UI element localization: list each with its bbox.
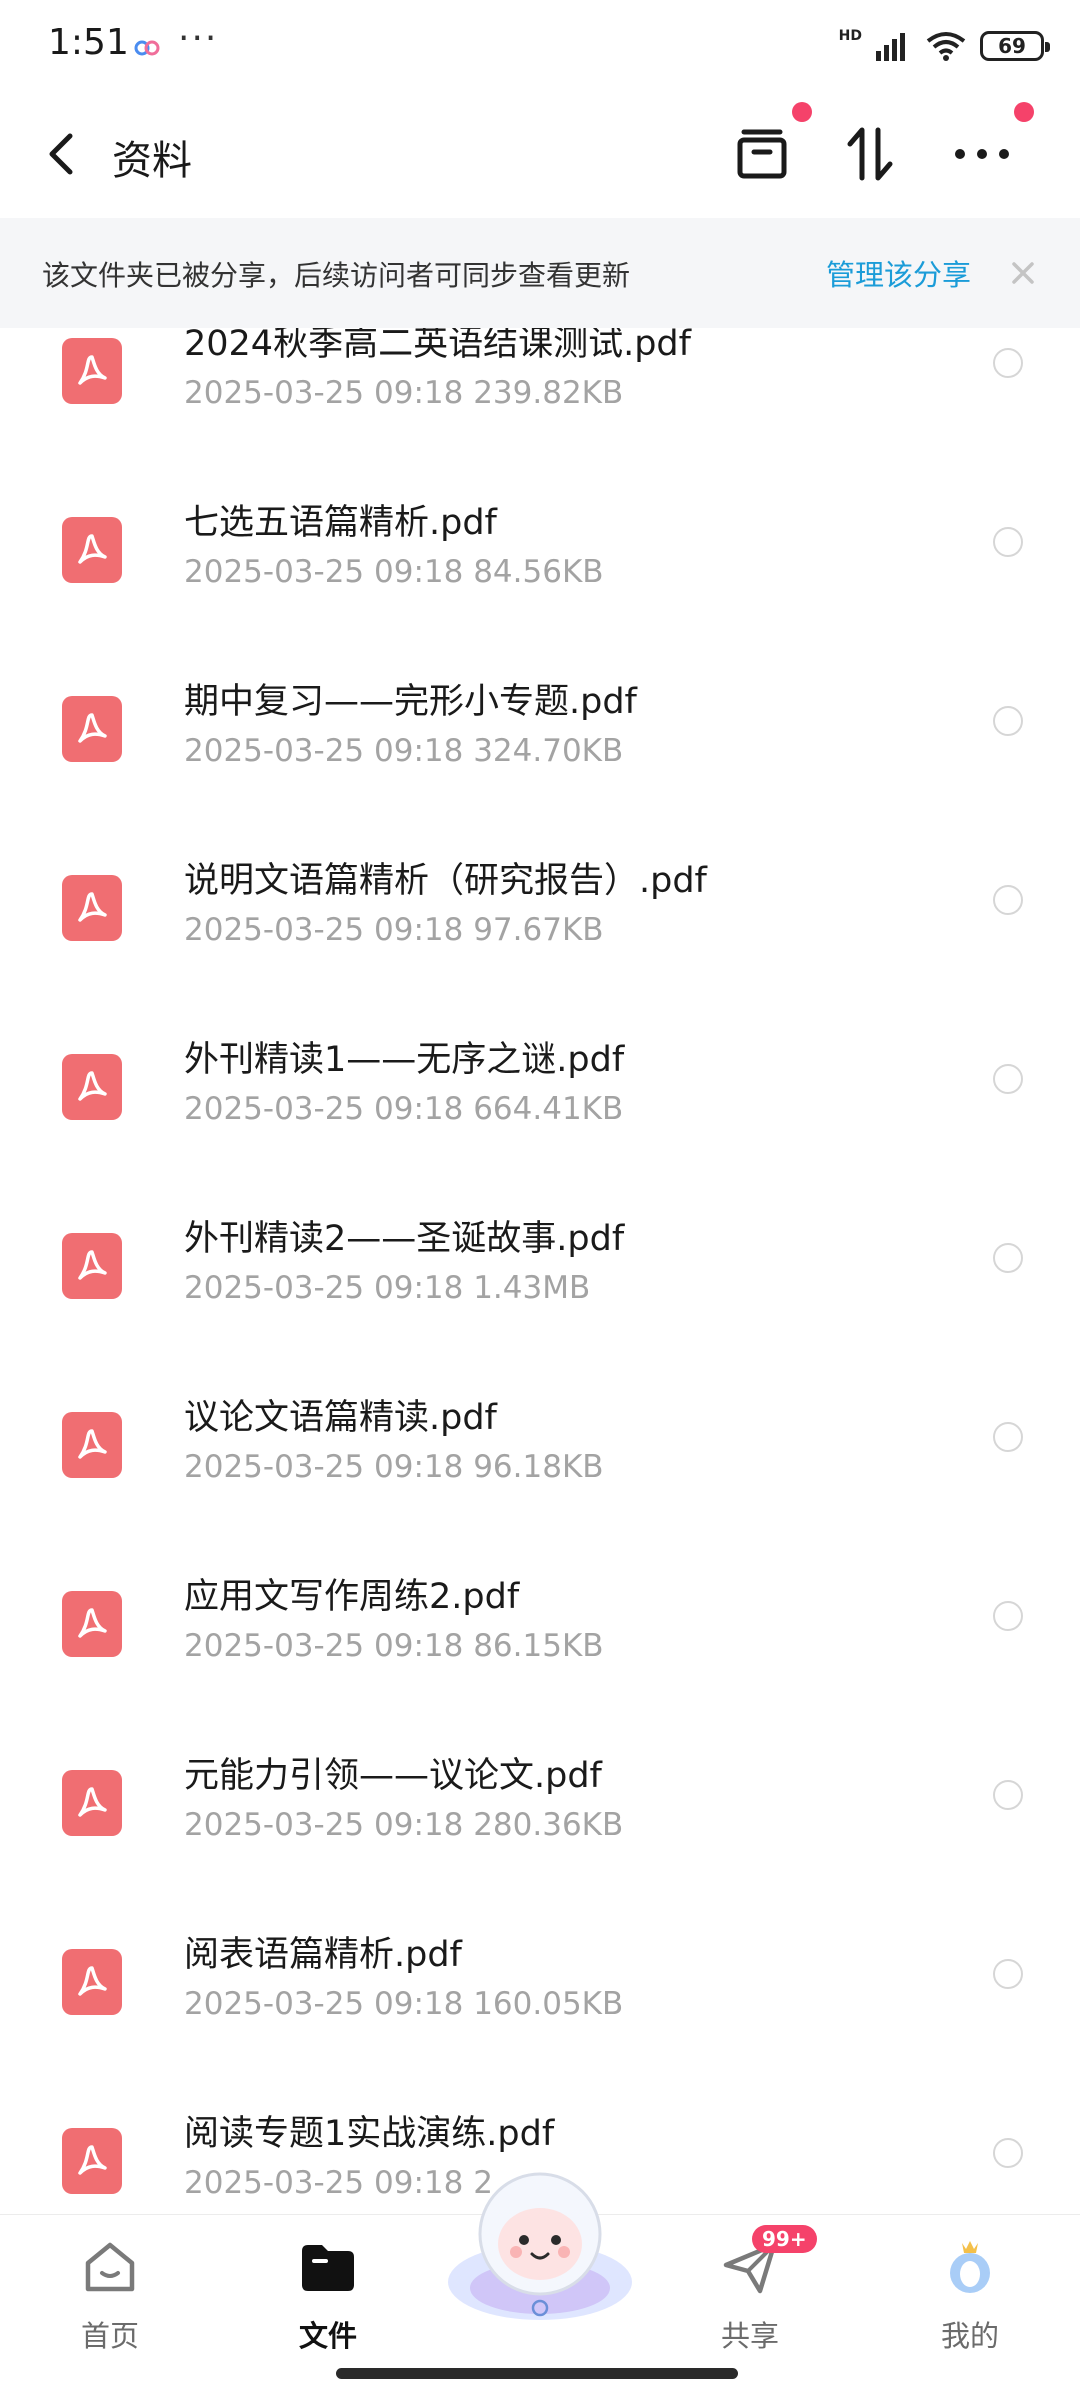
close-icon[interactable]	[1010, 260, 1036, 286]
pdf-file-icon	[62, 338, 122, 404]
pdf-file-icon	[62, 696, 122, 762]
archive-button[interactable]	[728, 120, 796, 188]
battery-level: 69	[998, 34, 1026, 58]
file-meta: 2025-03-25 09:18 84.56KB	[184, 554, 604, 590]
select-radio[interactable]	[993, 1064, 1023, 1094]
status-time: 1:51	[48, 22, 129, 63]
pdf-file-icon	[62, 1591, 122, 1657]
share-count-badge: 99+	[752, 2225, 817, 2253]
file-row[interactable]: 阅表语篇精析.pdf 2025-03-25 09:18 160.05KB	[0, 1923, 1080, 2102]
file-meta: 2025-03-25 09:18 239.82KB	[184, 375, 624, 411]
select-radio[interactable]	[993, 1959, 1023, 1989]
file-meta: 2025-03-25 09:18 324.70KB	[184, 733, 624, 769]
file-name: 外刊精读2——圣诞故事.pdf	[184, 1219, 625, 1259]
select-radio[interactable]	[993, 527, 1023, 557]
file-name: 阅读专题1实战演练.pdf	[184, 2114, 555, 2154]
file-row[interactable]: 元能力引领——议论文.pdf 2025-03-25 09:18 280.36KB	[0, 1744, 1080, 1923]
file-meta: 2025-03-25 09:18 1.43MB	[184, 1270, 591, 1306]
pdf-file-icon	[62, 1770, 122, 1836]
select-radio[interactable]	[993, 348, 1023, 378]
select-radio[interactable]	[993, 2138, 1023, 2168]
network-type-label: HD	[838, 28, 862, 44]
file-row[interactable]: 外刊精读2——圣诞故事.pdf 2025-03-25 09:18 1.43MB	[0, 1207, 1080, 1386]
file-name: 七选五语篇精析.pdf	[184, 503, 497, 543]
nav-home-label: 首页	[80, 2319, 139, 2353]
nav-mine[interactable]: 我的	[900, 2227, 1040, 2367]
archive-notification-dot	[792, 102, 812, 122]
folder-icon	[302, 2245, 354, 2291]
more-options-button[interactable]	[948, 120, 1016, 188]
file-name: 议论文语篇精读.pdf	[184, 1398, 497, 1438]
select-radio[interactable]	[993, 885, 1023, 915]
file-row[interactable]: 应用文写作周练2.pdf 2025-03-25 09:18 86.15KB	[0, 1565, 1080, 1744]
nav-files[interactable]: 文件	[258, 2227, 398, 2367]
mascot-assistant-icon[interactable]	[440, 2160, 640, 2330]
nav-share-label: 共享	[720, 2319, 779, 2353]
nav-mine-label: 我的	[940, 2319, 999, 2353]
select-radio[interactable]	[993, 1422, 1023, 1452]
file-meta: 2025-03-25 09:18 160.05KB	[184, 1986, 624, 2022]
share-notice-banner: 该文件夹已被分享，后续访问者可同步查看更新 管理该分享	[0, 218, 1080, 328]
file-list[interactable]: 2024秋季高二英语结课测试.pdf 2025-03-25 09:18 239.…	[0, 312, 1080, 2214]
file-row[interactable]: 2024秋季高二英语结课测试.pdf 2025-03-25 09:18 239.…	[0, 312, 1080, 491]
home-indicator[interactable]	[336, 2368, 738, 2379]
back-arrow-icon[interactable]	[40, 128, 84, 180]
manage-share-link[interactable]: 管理该分享	[826, 252, 971, 294]
file-meta: 2025-03-25 09:18 664.41KB	[184, 1091, 624, 1127]
file-meta: 2025-03-25 09:18 97.67KB	[184, 912, 604, 948]
file-row[interactable]: 说明文语篇精析（研究报告）.pdf 2025-03-25 09:18 97.67…	[0, 849, 1080, 1028]
pdf-file-icon	[62, 2128, 122, 2194]
pdf-file-icon	[62, 1949, 122, 2015]
select-radio[interactable]	[993, 706, 1023, 736]
status-indicators: HD 69	[838, 26, 1050, 66]
profile-ring-icon	[950, 2241, 990, 2293]
pdf-file-icon	[62, 517, 122, 583]
pdf-file-icon	[62, 1233, 122, 1299]
file-row[interactable]: 七选五语篇精析.pdf 2025-03-25 09:18 84.56KB	[0, 491, 1080, 670]
signal-icon	[876, 33, 905, 61]
file-row[interactable]: 议论文语篇精读.pdf 2025-03-25 09:18 96.18KB	[0, 1386, 1080, 1565]
file-meta: 2025-03-25 09:18 96.18KB	[184, 1449, 604, 1485]
file-name: 元能力引领——议论文.pdf	[184, 1756, 602, 1796]
nav-files-label: 文件	[298, 2319, 357, 2353]
file-name: 外刊精读1——无序之谜.pdf	[184, 1040, 625, 1080]
file-name: 阅表语篇精析.pdf	[184, 1935, 462, 1975]
sort-button[interactable]	[836, 120, 904, 188]
select-radio[interactable]	[993, 1243, 1023, 1273]
more-dots-icon	[955, 149, 1009, 159]
home-icon	[85, 2242, 135, 2292]
nav-share[interactable]: 99+ 共享	[680, 2225, 820, 2367]
wifi-icon	[926, 32, 966, 61]
file-row[interactable]: 期中复习——完形小专题.pdf 2025-03-25 09:18 324.70K…	[0, 670, 1080, 849]
status-bar: 1:51 ··· HD 69	[0, 0, 1080, 92]
file-row[interactable]: 外刊精读1——无序之谜.pdf 2025-03-25 09:18 664.41K…	[0, 1028, 1080, 1207]
share-notice-text: 该文件夹已被分享，后续访问者可同步查看更新	[42, 259, 631, 292]
file-meta: 2025-03-25 09:18 86.15KB	[184, 1628, 604, 1664]
page-title: 资料	[112, 138, 192, 184]
select-radio[interactable]	[993, 1601, 1023, 1631]
status-more-dots: ···	[178, 18, 219, 59]
pdf-file-icon	[62, 875, 122, 941]
archive-box-icon	[737, 129, 787, 179]
file-meta: 2025-03-25 09:18 280.36KB	[184, 1807, 624, 1843]
sort-arrows-icon	[847, 127, 893, 181]
file-name: 说明文语篇精析（研究报告）.pdf	[184, 861, 707, 901]
battery-icon: 69	[980, 31, 1050, 61]
nav-home[interactable]: 首页	[40, 2227, 180, 2367]
more-notification-dot	[1014, 102, 1034, 122]
select-radio[interactable]	[993, 1780, 1023, 1810]
pdf-file-icon	[62, 1054, 122, 1120]
top-app-bar: 资料	[0, 92, 1080, 214]
pdf-file-icon	[62, 1412, 122, 1478]
file-name: 期中复习——完形小专题.pdf	[184, 682, 637, 722]
cloud-app-icon	[134, 40, 160, 56]
file-name: 应用文写作周练2.pdf	[184, 1577, 520, 1617]
